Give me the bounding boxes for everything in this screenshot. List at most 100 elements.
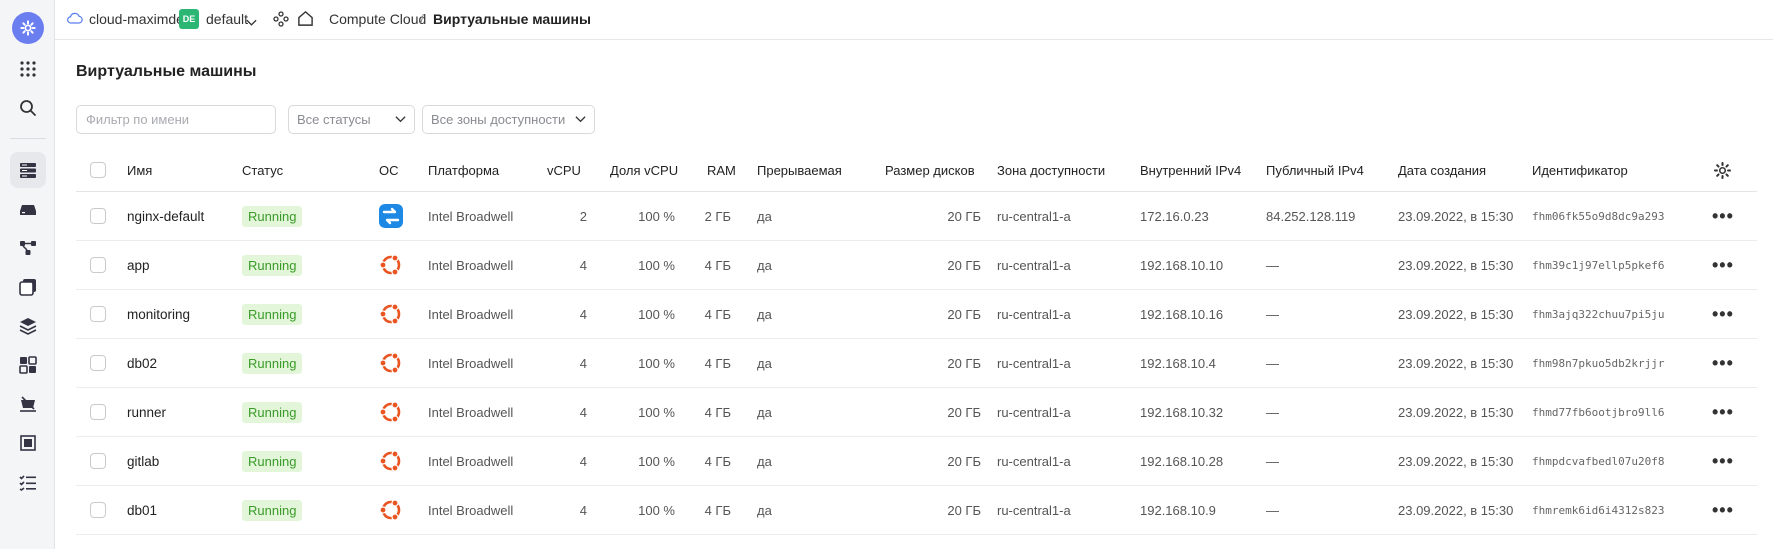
name-filter-input[interactable] [76,105,276,134]
column-header-vcpu-share[interactable]: Доля vCPU [610,149,678,191]
vcpu-share: 100 % [638,208,675,224]
internal-ip: 192.168.10.32 [1140,404,1224,420]
more-dots-icon[interactable]: ••• [1712,437,1734,485]
vm-name[interactable]: gitlab [127,437,159,485]
select-all-checkbox[interactable] [90,162,106,178]
vcpu: 4 [579,453,587,469]
column-header-platform[interactable]: Платформа [428,149,499,191]
more-dots-icon[interactable]: ••• [1712,388,1734,436]
zone: ru-central1-a [997,306,1071,322]
rail-divider [10,138,46,139]
row-checkbox[interactable] [90,404,106,420]
public-ip: — [1266,502,1279,518]
placement-icon[interactable] [10,425,46,461]
row-checkbox[interactable] [90,208,106,224]
row-checkbox[interactable] [90,502,106,518]
column-header-vcpu[interactable]: vCPU [547,149,581,191]
home-icon[interactable] [297,10,314,30]
row-checkbox-cell [90,486,106,534]
zone-filter-select[interactable]: Все зоны доступности [422,105,595,134]
status-cell: Running [242,192,303,240]
folder-badge: DE [179,9,199,29]
row-checkbox[interactable] [90,306,106,322]
vm-name[interactable]: db02 [127,339,157,387]
internal-ip: 192.168.10.4 [1140,355,1216,371]
public-ip: — [1266,453,1279,469]
nginx-icon [379,204,403,228]
disk-size: 20 ГБ [947,404,981,420]
tasks-icon[interactable] [10,464,46,500]
preemptible: да [757,404,772,420]
column-header-preemptible[interactable]: Прерываемая [757,149,842,191]
created-date: 23.09.2022, в 15:30 [1398,404,1514,420]
vcpu-share: 100 % [638,404,675,420]
ubuntu-icon [379,450,401,472]
column-header-id[interactable]: Идентификатор [1532,149,1628,191]
console-logo-gear-icon[interactable] [12,12,44,44]
preemptible: да [757,306,772,322]
row-checkbox[interactable] [90,257,106,273]
column-header-created[interactable]: Дата создания [1398,149,1486,191]
more-dots-icon[interactable]: ••• [1712,241,1734,289]
table-row[interactable]: nginx-default Running Intel Broadwell 2 … [76,192,1757,241]
chevron-down-icon [395,116,406,123]
table-settings-icon[interactable] [1713,149,1732,191]
column-header-public-ip[interactable]: Публичный IPv4 [1266,149,1364,191]
layers-icon[interactable] [10,308,46,344]
column-header-internal-ip[interactable]: Внутренний IPv4 [1140,149,1241,191]
platform: Intel Broadwell [428,208,514,224]
table-row[interactable]: monitoring Running Intel Broadwell 4 100… [76,290,1757,339]
nodes-icon[interactable] [273,11,289,30]
more-dots-icon[interactable]: ••• [1712,486,1734,534]
status-badge: Running [242,205,303,227]
vcpu-share: 100 % [638,355,675,371]
breadcrumb-current: Виртуальные машины [433,11,591,27]
chevron-down-icon [575,116,586,123]
row-checkbox[interactable] [90,355,106,371]
vm-name[interactable]: runner [127,388,166,436]
vm-name[interactable]: app [127,241,150,289]
breadcrumb-compute-cloud[interactable]: Compute Cloud [329,11,426,27]
groups-icon[interactable] [10,347,46,383]
status-filter-select[interactable]: Все статусы [288,105,415,134]
network-icon[interactable] [10,230,46,266]
column-header-name[interactable]: Имя [127,149,152,191]
vm-name[interactable]: monitoring [127,290,190,338]
chevron-down-icon[interactable] [246,14,257,30]
status-badge: Running [242,254,303,276]
row-checkbox[interactable] [90,453,106,469]
search-icon[interactable] [10,90,46,126]
folder-name[interactable]: default [206,11,248,27]
more-dots-icon[interactable]: ••• [1712,339,1734,387]
table-row[interactable]: app Running Intel Broadwell 4 100 % 4 ГБ… [76,241,1757,290]
top-bar: cloud-maximde... DE default Compute Clou… [55,0,1773,40]
column-header-ram[interactable]: RAM [707,149,736,191]
server-list-icon[interactable] [10,152,46,188]
platform: Intel Broadwell [428,404,514,420]
main-content: Виртуальные машины Все статусы Все зоны … [55,40,1773,549]
table-row[interactable]: db01 Running Intel Broadwell 4 100 % 4 Г… [76,486,1757,535]
vm-name[interactable]: nginx-default [127,192,204,240]
column-header-os[interactable]: ОС [379,149,399,191]
more-dots-icon[interactable]: ••• [1712,192,1734,240]
internal-ip: 192.168.10.10 [1140,257,1224,273]
platform: Intel Broadwell [428,502,514,518]
table-row[interactable]: gitlab Running Intel Broadwell 4 100 % 4… [76,437,1757,486]
vcpu-share: 100 % [638,453,675,469]
snapshot-icon[interactable] [10,386,46,422]
row-checkbox-cell [90,290,106,338]
images-icon[interactable] [10,269,46,305]
column-header-disk-size[interactable]: Размер дисков [885,149,975,191]
table-row[interactable]: db02 Running Intel Broadwell 4 100 % 4 Г… [76,339,1757,388]
vm-id: fhm98n7pkuo5db2krjjr [1532,356,1665,370]
disk-icon[interactable] [10,191,46,227]
column-header-status[interactable]: Статус [242,149,283,191]
apps-grid-icon[interactable] [10,51,46,87]
internal-ip: 172.16.0.23 [1140,208,1209,224]
more-dots-icon[interactable]: ••• [1712,290,1734,338]
public-ip: — [1266,257,1279,273]
table-row[interactable]: runner Running Intel Broadwell 4 100 % 4… [76,388,1757,437]
ubuntu-icon [379,352,401,374]
column-header-zone[interactable]: Зона доступности [997,149,1105,191]
vm-name[interactable]: db01 [127,486,157,534]
